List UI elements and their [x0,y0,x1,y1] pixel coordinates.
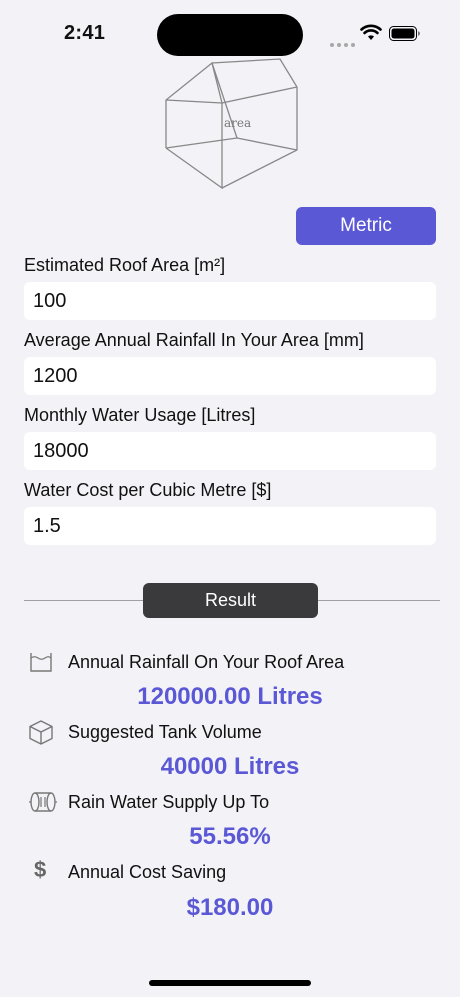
annual-rainfall-label: Annual Rainfall On Your Roof Area [68,652,345,672]
annual-rainfall-value: 120000.00 Litres [137,683,323,710]
water-tank-icon [29,792,57,812]
divider-left [24,600,143,601]
home-indicator[interactable] [149,980,311,986]
cost-input[interactable]: 1.5 [24,507,436,545]
house-area-label: area [224,116,251,130]
tank-volume-label: Suggested Tank Volume [68,722,262,742]
usage-input[interactable]: 18000 [24,432,436,470]
roof-area-input[interactable]: 100 [24,282,436,320]
status-time: 2:41 [64,22,106,44]
battery-icon [389,26,420,41]
saving-value: $180.00 [186,894,274,921]
metric-toggle-button[interactable]: Metric [296,207,436,245]
supply-value: 55.56% [189,823,271,850]
divider-right [318,600,440,601]
rainfall-input[interactable]: 1200 [24,357,436,395]
house-roof-illustration: area [165,58,298,190]
rainfall-label: Average Annual Rainfall In Your Area [mm… [24,330,364,350]
cost-label: Water Cost per Cubic Metre [$] [24,480,272,500]
tank-volume-value: 40000 Litres [160,753,300,780]
signal-dots-icon [330,34,358,52]
roof-area-label: Estimated Roof Area [m²] [24,255,226,275]
container-icon [30,653,52,672]
result-button[interactable]: Result [143,583,318,618]
saving-label: Annual Cost Saving [68,862,227,882]
usage-label: Monthly Water Usage [Litres] [24,405,256,425]
wifi-icon [360,24,382,40]
supply-label: Rain Water Supply Up To [68,792,270,812]
dollar-icon: $ [34,857,47,882]
cube-icon [29,720,53,745]
